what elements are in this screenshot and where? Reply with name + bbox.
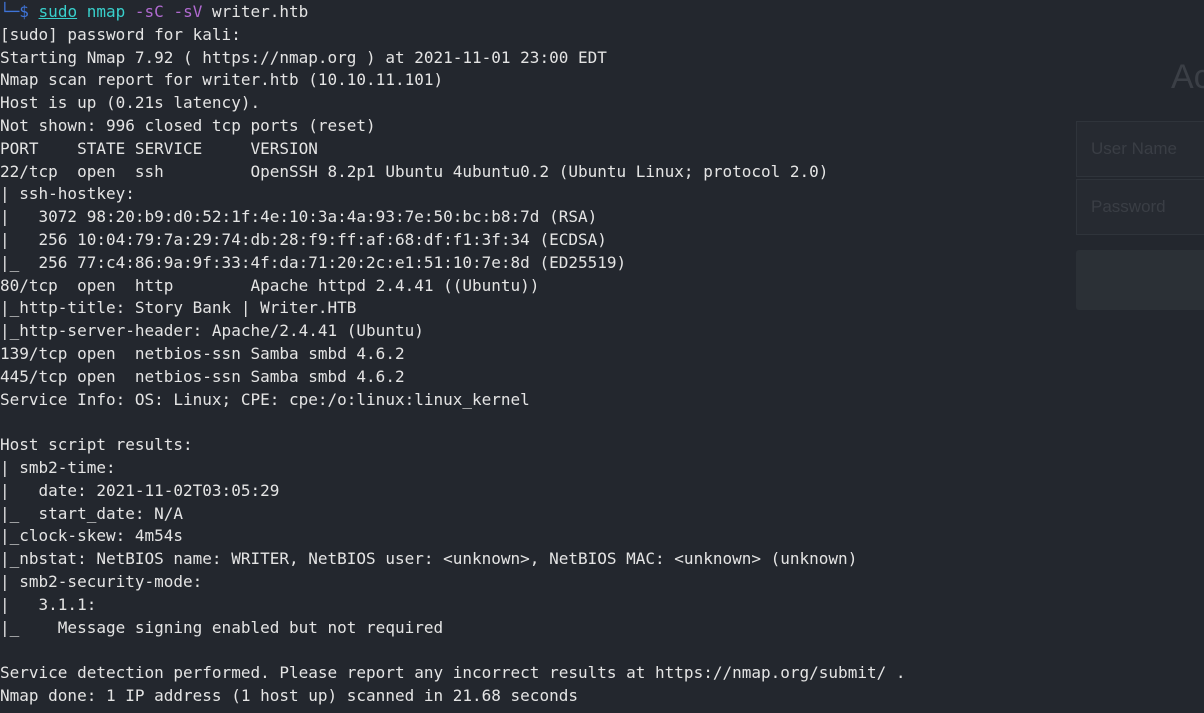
command-tool: nmap [86,2,126,21]
output-line: |_nbstat: NetBIOS name: WRITER, NetBIOS … [0,549,858,569]
command-flag-sv: -sV [173,2,203,21]
output-line: |_http-server-header: Apache/2.4.41 (Ubu… [0,321,424,341]
output-line: | smb2-security-mode: [0,571,203,591]
output-line: 22/tcp open ssh OpenSSH 8.2p1 Ubuntu 4ub… [0,161,829,181]
output-line: Host is up (0.21s latency). [0,93,261,113]
terminal-window[interactable]: └─$ sudo nmap -sC -sV writer.htb [sudo] … [0,1,1204,708]
output-line: Host script results: [0,435,193,455]
output-line: | 3072 98:20:b9:d0:52:1f:4e:10:3a:4a:93:… [0,207,598,227]
command-flag-sc: -sC [134,2,164,21]
output-line: |_ 256 77:c4:86:9a:9f:33:4f:da:71:20:2c:… [0,252,627,272]
output-line: Service Info: OS: Linux; CPE: cpe:/o:lin… [0,389,530,409]
output-line: 80/tcp open http Apache httpd 2.4.41 ((U… [0,275,540,295]
output-line: | 3.1.1: [0,594,97,614]
output-line: [sudo] password for kali: [0,24,241,44]
output-line: |_http-title: Story Bank | Writer.HTB [0,298,357,318]
output-line: |_ Message signing enabled but not requi… [0,617,444,637]
output-line: |_clock-skew: 4m54s [0,526,184,546]
output-line: 445/tcp open netbios-ssn Samba smbd 4.6.… [0,366,405,386]
output-line: | 256 10:04:79:7a:29:74:db:28:f9:ff:af:6… [0,229,607,249]
output-line: 139/tcp open netbios-ssn Samba smbd 4.6.… [0,343,405,363]
prompt-prefix: └─ [0,2,20,21]
output-line: Not shown: 996 closed tcp ports (reset) [0,115,376,135]
command-target: writer.htb [211,2,309,21]
output-line: |_ start_date: N/A [0,503,184,523]
output-line: Starting Nmap 7.92 ( https://nmap.org ) … [0,47,607,67]
output-line: Nmap done: 1 IP address (1 host up) scan… [0,685,578,705]
output-line: | smb2-time: [0,457,116,477]
prompt-symbol: $ [19,2,29,21]
output-line: PORT STATE SERVICE VERSION [0,138,318,158]
output-line: | ssh-hostkey: [0,184,135,204]
output-line: Nmap scan report for writer.htb (10.10.1… [0,70,444,90]
command-sudo: sudo [38,2,78,21]
output-line: Service detection performed. Please repo… [0,663,906,683]
terminal-output: [sudo] password for kali: Starting Nmap 7… [0,24,1204,708]
command-prompt-line: └─$ sudo nmap -sC -sV writer.htb [0,1,1204,24]
output-line: | date: 2021-11-02T03:05:29 [0,480,280,500]
